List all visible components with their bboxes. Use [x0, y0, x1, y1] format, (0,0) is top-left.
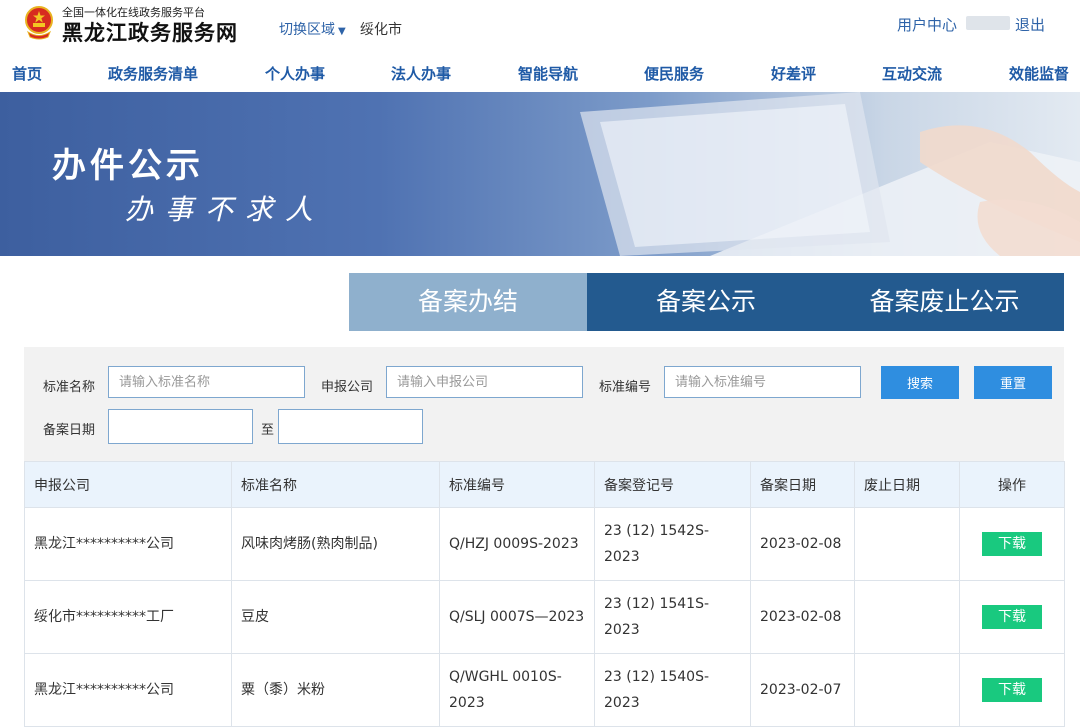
search-button[interactable]: 搜索 — [881, 366, 959, 399]
header-standard-name: 标准名称 — [231, 461, 440, 508]
banner-slogan: 办事不求人 — [125, 193, 326, 226]
header-filing-date: 备案日期 — [750, 461, 855, 508]
header-reg-no: 备案登记号 — [594, 461, 751, 508]
tab-filing-abolish-announcement[interactable]: 备案废止公示 — [825, 273, 1064, 331]
cell-reg-no: 23 (12) 1542S-2023 — [594, 507, 751, 581]
region-switch-label: 切换区域 — [279, 22, 335, 38]
nav-item-supervision[interactable]: 效能监督 — [1009, 63, 1069, 84]
region-switch-button[interactable]: 切换区域 ▼ — [279, 19, 346, 39]
national-emblem-icon — [25, 6, 53, 40]
table-row: 黑龙江**********公司 粟（黍）米粉 Q/WGHL 0010S-2023… — [24, 653, 1065, 727]
tab-bar: 备案办结 备案公示 备案废止公示 — [349, 273, 1064, 331]
tab-filing-announcement[interactable]: 备案公示 — [587, 273, 825, 331]
table-header-row: 申报公司 标准名称 标准编号 备案登记号 备案日期 废止日期 操作 — [24, 461, 1065, 508]
laptop-illustration — [580, 92, 1080, 256]
company-label: 申报公司 — [321, 380, 374, 395]
site-header: 全国一体化在线政务服务平台 黑龙江政务服务网 切换区域 ▼ 绥化市 用户中心 退出 — [0, 0, 1080, 52]
cell-reg-no: 23 (12) 1540S-2023 — [594, 653, 751, 727]
search-filter-panel: 标准名称 申报公司 标准编号 搜索 重置 备案日期 至 — [24, 347, 1064, 461]
header-standard-no: 标准编号 — [439, 461, 595, 508]
logout-link[interactable]: 退出 — [1015, 14, 1045, 35]
banner-title: 办件公示 — [52, 146, 204, 186]
company-input[interactable] — [386, 366, 583, 398]
cell-standard-no: Q/SLJ 0007S—2023 — [439, 580, 595, 654]
triangle-down-icon: ▼ — [338, 26, 346, 37]
current-region: 绥化市 — [360, 22, 402, 38]
cell-action: 下载 — [959, 653, 1065, 727]
cell-standard-name: 粟（黍）米粉 — [231, 653, 440, 727]
cell-company: 绥化市**********工厂 — [24, 580, 232, 654]
user-center-link[interactable]: 用户中心 — [897, 14, 957, 35]
nav-item-convenience[interactable]: 便民服务 — [644, 63, 704, 84]
page-banner: 办件公示 办事不求人 — [0, 92, 1080, 256]
cell-standard-name: 豆皮 — [231, 580, 440, 654]
download-button[interactable]: 下载 — [982, 605, 1042, 629]
nav-item-service-list[interactable]: 政务服务清单 — [108, 63, 198, 84]
standard-name-label: 标准名称 — [43, 380, 96, 395]
cell-standard-no: Q/HZJ 0009S-2023 — [439, 507, 595, 581]
cell-abolish-date — [854, 507, 960, 581]
cell-action: 下载 — [959, 507, 1065, 581]
cell-filing-date: 2023-02-08 — [750, 580, 855, 654]
date-label: 备案日期 — [43, 423, 96, 438]
cell-filing-date: 2023-02-08 — [750, 507, 855, 581]
date-to-input[interactable] — [278, 409, 423, 444]
standard-name-input[interactable] — [108, 366, 305, 398]
tab-filing-completed[interactable]: 备案办结 — [349, 273, 587, 331]
nav-item-home[interactable]: 首页 — [12, 63, 42, 84]
nav-item-smart-guide[interactable]: 智能导航 — [518, 63, 578, 84]
cell-standard-name: 风味肉烤肠(熟肉制品) — [231, 507, 440, 581]
cell-company: 黑龙江**********公司 — [24, 653, 232, 727]
nav-item-legal-person[interactable]: 法人办事 — [391, 63, 451, 84]
cell-abolish-date — [854, 653, 960, 727]
site-title[interactable]: 黑龙江政务服务网 — [62, 17, 238, 47]
cell-filing-date: 2023-02-07 — [750, 653, 855, 727]
nav-item-interaction[interactable]: 互动交流 — [882, 63, 942, 84]
reset-button[interactable]: 重置 — [974, 366, 1052, 399]
table-row: 绥化市**********工厂 豆皮 Q/SLJ 0007S—2023 23 (… — [24, 580, 1065, 654]
cell-standard-no: Q/WGHL 0010S-2023 — [439, 653, 595, 727]
masked-username — [966, 16, 1010, 30]
download-button[interactable]: 下载 — [982, 678, 1042, 702]
cell-reg-no: 23 (12) 1541S-2023 — [594, 580, 751, 654]
cell-company: 黑龙江**********公司 — [24, 507, 232, 581]
header-company: 申报公司 — [24, 461, 232, 508]
nav-item-rating[interactable]: 好差评 — [771, 63, 816, 84]
nav-item-personal[interactable]: 个人办事 — [265, 63, 325, 84]
table-row: 黑龙江**********公司 风味肉烤肠(熟肉制品) Q/HZJ 0009S-… — [24, 507, 1065, 581]
header-abolish-date: 废止日期 — [854, 461, 960, 508]
standard-no-label: 标准编号 — [599, 380, 652, 395]
main-nav: 首页 政务服务清单 个人办事 法人办事 智能导航 便民服务 好差评 互动交流 效… — [0, 52, 1080, 92]
date-from-input[interactable] — [108, 409, 253, 444]
cell-action: 下载 — [959, 580, 1065, 654]
results-table: 申报公司 标准名称 标准编号 备案登记号 备案日期 废止日期 操作 黑龙江***… — [24, 461, 1065, 727]
date-to-label: 至 — [261, 423, 275, 438]
standard-no-input[interactable] — [664, 366, 861, 398]
download-button[interactable]: 下载 — [982, 532, 1042, 556]
cell-abolish-date — [854, 580, 960, 654]
header-action: 操作 — [959, 461, 1065, 508]
